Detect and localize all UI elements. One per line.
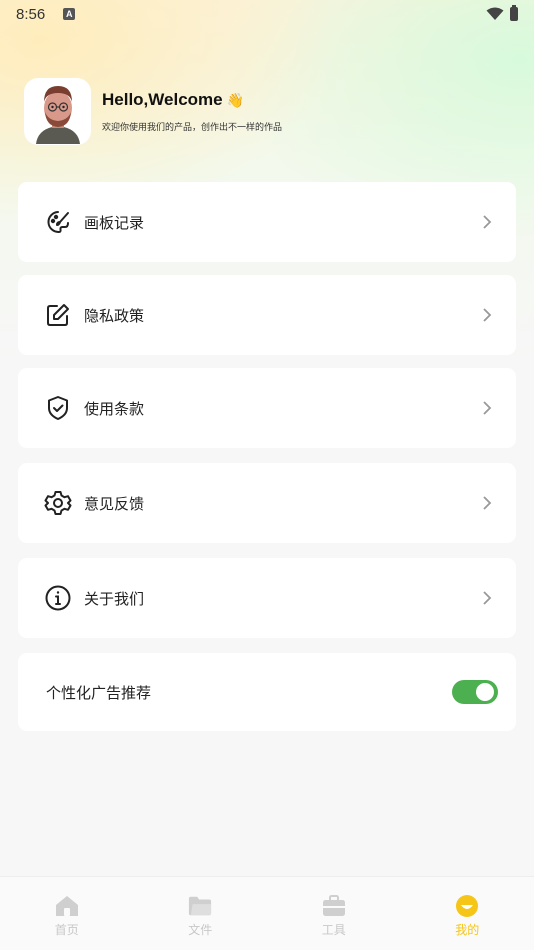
menu-item-label: 画板记录 bbox=[84, 213, 145, 232]
home-icon bbox=[55, 895, 79, 917]
menu-item-label: 关于我们 bbox=[84, 589, 145, 608]
greeting: Hello,Welcome 👋 bbox=[102, 90, 282, 110]
shield-check-icon bbox=[44, 394, 72, 422]
bottom-nav: 首页 文件 工具 我的 bbox=[0, 876, 534, 950]
info-icon bbox=[44, 584, 72, 612]
edit-icon bbox=[44, 301, 72, 329]
nav-item-tools[interactable]: 工具 bbox=[267, 877, 401, 950]
welcome-subtitle: 欢迎你使用我们的产品，创作出不一样的作品 bbox=[102, 123, 283, 133]
menu-item-terms-of-use[interactable]: 使用条款 bbox=[18, 368, 516, 448]
toggle-knob bbox=[476, 683, 494, 701]
nav-item-home[interactable]: 首页 bbox=[0, 877, 134, 950]
personalized-ads-label: 个性化广告推荐 bbox=[46, 683, 152, 702]
toolbox-icon bbox=[322, 895, 346, 917]
menu-item-label: 意见反馈 bbox=[84, 494, 145, 513]
battery-icon bbox=[510, 5, 518, 21]
status-time: 8:56 bbox=[16, 5, 46, 23]
greeting-text: Hello,Welcome bbox=[102, 90, 223, 109]
nav-item-files[interactable]: 文件 bbox=[134, 877, 268, 950]
menu-item-about-us[interactable]: 关于我们 bbox=[18, 558, 516, 638]
user-avatar-icon bbox=[35, 85, 80, 144]
menu-item-label: 隐私政策 bbox=[84, 306, 145, 325]
chevron-right-icon bbox=[480, 589, 494, 607]
notification-icon: A bbox=[63, 8, 76, 20]
nav-label: 文件 bbox=[188, 923, 213, 937]
menu-item-label: 使用条款 bbox=[84, 399, 145, 418]
avatar[interactable] bbox=[24, 78, 91, 145]
personalized-ads-toggle[interactable] bbox=[452, 680, 498, 704]
chevron-right-icon bbox=[480, 494, 494, 512]
wifi-icon bbox=[486, 7, 504, 20]
nav-item-mine[interactable]: 我的 bbox=[401, 877, 534, 950]
smiley-icon bbox=[455, 895, 479, 917]
folder-icon bbox=[188, 895, 212, 917]
status-indicators bbox=[486, 5, 518, 21]
gear-icon bbox=[44, 489, 72, 517]
chevron-right-icon bbox=[480, 399, 494, 417]
menu-item-privacy-policy[interactable]: 隐私政策 bbox=[18, 275, 516, 355]
menu-item-drawing-records[interactable]: 画板记录 bbox=[18, 182, 516, 262]
status-bar: 8:56 A bbox=[0, 0, 534, 28]
menu-item-feedback[interactable]: 意见反馈 bbox=[18, 463, 516, 543]
wave-emoji-icon: 👋 bbox=[226, 91, 245, 108]
palette-icon bbox=[44, 208, 72, 236]
personalized-ads-setting: 个性化广告推荐 bbox=[18, 653, 516, 731]
nav-label: 我的 bbox=[455, 923, 480, 937]
nav-label: 工具 bbox=[321, 923, 346, 937]
profile-text: Hello,Welcome 👋 欢迎你使用我们的产品，创作出不一样的作品 bbox=[102, 90, 282, 133]
chevron-right-icon bbox=[480, 213, 494, 231]
chevron-right-icon bbox=[480, 306, 494, 324]
nav-label: 首页 bbox=[54, 923, 79, 937]
profile-header: Hello,Welcome 👋 欢迎你使用我们的产品，创作出不一样的作品 bbox=[24, 78, 282, 145]
